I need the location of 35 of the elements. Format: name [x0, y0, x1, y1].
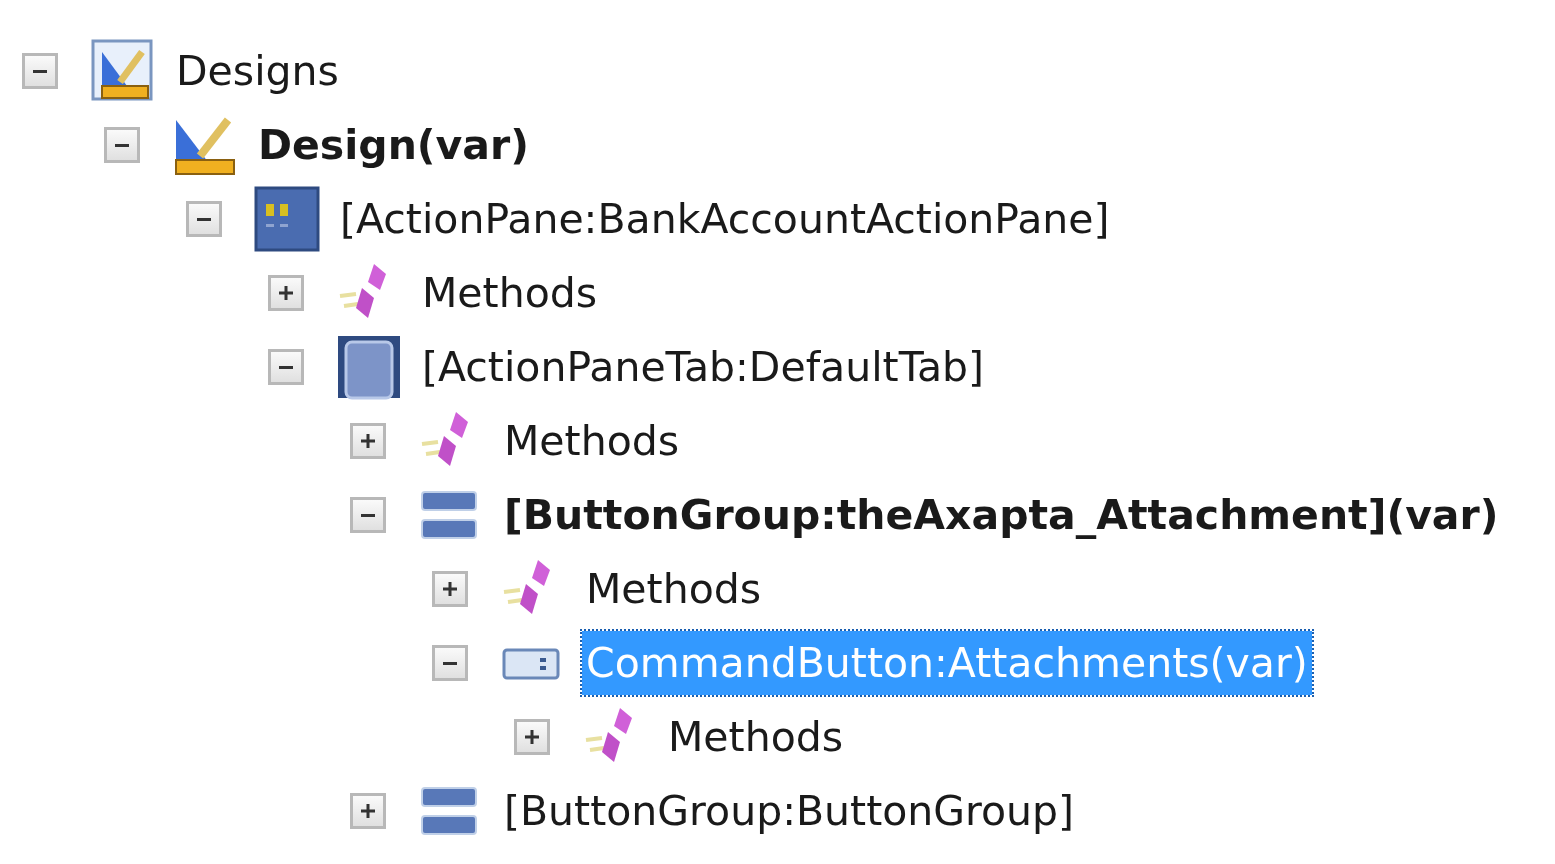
- design-document-icon: [90, 38, 156, 104]
- collapse-toggle[interactable]: [186, 201, 222, 237]
- tree-node-label[interactable]: Designs: [172, 39, 343, 103]
- collapse-toggle[interactable]: [350, 497, 386, 533]
- collapse-toggle[interactable]: [22, 53, 58, 89]
- minus-icon: [361, 513, 375, 517]
- plus-icon: [279, 286, 293, 300]
- minus-icon: [279, 365, 293, 369]
- expand-toggle[interactable]: [350, 793, 386, 829]
- collapse-toggle[interactable]: [104, 127, 140, 163]
- plus-icon: [443, 582, 457, 596]
- expand-toggle[interactable]: [514, 719, 550, 755]
- minus-icon: [443, 661, 457, 665]
- plus-icon: [361, 434, 375, 448]
- tree-node-label[interactable]: Methods: [664, 705, 848, 769]
- minus-icon: [197, 217, 211, 221]
- tree-node-label[interactable]: Methods: [582, 557, 766, 621]
- collapse-toggle[interactable]: [268, 349, 304, 385]
- tree-node-label[interactable]: [ActionPane:BankAccountActionPane]: [336, 187, 1114, 251]
- tree-node-label[interactable]: [ButtonGroup:theAxapta_Attachment](var): [500, 483, 1503, 547]
- panel-icon: [254, 186, 320, 252]
- tree-node-label[interactable]: [ActionPaneTab:DefaultTab]: [418, 335, 989, 399]
- minus-icon: [115, 143, 129, 147]
- expand-toggle[interactable]: [432, 571, 468, 607]
- tab-icon: [336, 334, 402, 400]
- expand-toggle[interactable]: [350, 423, 386, 459]
- minus-icon: [33, 69, 47, 73]
- tree-node-label[interactable]: Methods: [418, 261, 602, 325]
- tree-node-label[interactable]: [ButtonGroup:ButtonGroup]: [500, 779, 1079, 843]
- tree-node-label[interactable]: Design(var): [254, 113, 533, 177]
- plus-icon: [361, 804, 375, 818]
- tree-node-label[interactable]: Methods: [500, 409, 684, 473]
- expand-toggle[interactable]: [268, 275, 304, 311]
- collapse-toggle[interactable]: [432, 645, 468, 681]
- plus-icon: [525, 730, 539, 744]
